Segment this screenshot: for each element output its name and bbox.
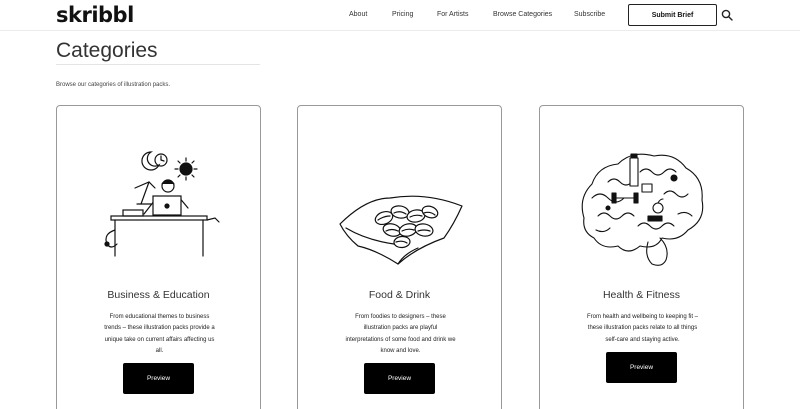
preview-button[interactable]: Preview [606, 352, 677, 383]
site-logo[interactable]: skribbl [56, 3, 134, 27]
submit-brief-button[interactable]: Submit Brief [628, 4, 717, 26]
site-header: skribbl About Pricing For Artists Browse… [0, 0, 800, 31]
card-title: Business & Education [107, 289, 210, 301]
page-title: Categories [56, 39, 158, 62]
card-description: From foodies to designers – these illust… [345, 314, 456, 355]
nav-subscribe[interactable]: Subscribe [574, 11, 605, 18]
search-icon[interactable] [721, 9, 733, 21]
title-divider [56, 64, 260, 65]
preview-button[interactable]: Preview [364, 363, 435, 394]
category-card-business-education[interactable]: Business & Education From educational th… [56, 105, 261, 409]
preview-button[interactable]: Preview [123, 363, 194, 394]
category-card-health-fitness[interactable]: Health & Fitness From health and wellbei… [539, 105, 744, 409]
card-title: Health & Fitness [602, 289, 681, 301]
nav-for-artists[interactable]: For Artists [437, 11, 469, 18]
card-description: From health and wellbeing to keeping fit… [586, 314, 699, 343]
food-drink-illustration [339, 195, 463, 265]
business-education-illustration [104, 151, 220, 257]
page-intro: Browse our categories of illustration pa… [56, 82, 171, 88]
nav-about[interactable]: About [349, 11, 367, 18]
nav-browse-categories[interactable]: Browse Categories [493, 11, 552, 18]
card-description: From educational themes to business tren… [104, 314, 215, 355]
nav-pricing[interactable]: Pricing [392, 11, 413, 18]
card-title: Food & Drink [368, 289, 431, 301]
health-fitness-illustration [581, 153, 704, 266]
category-card-food-drink[interactable]: Food & Drink From foodies to designers –… [297, 105, 502, 409]
